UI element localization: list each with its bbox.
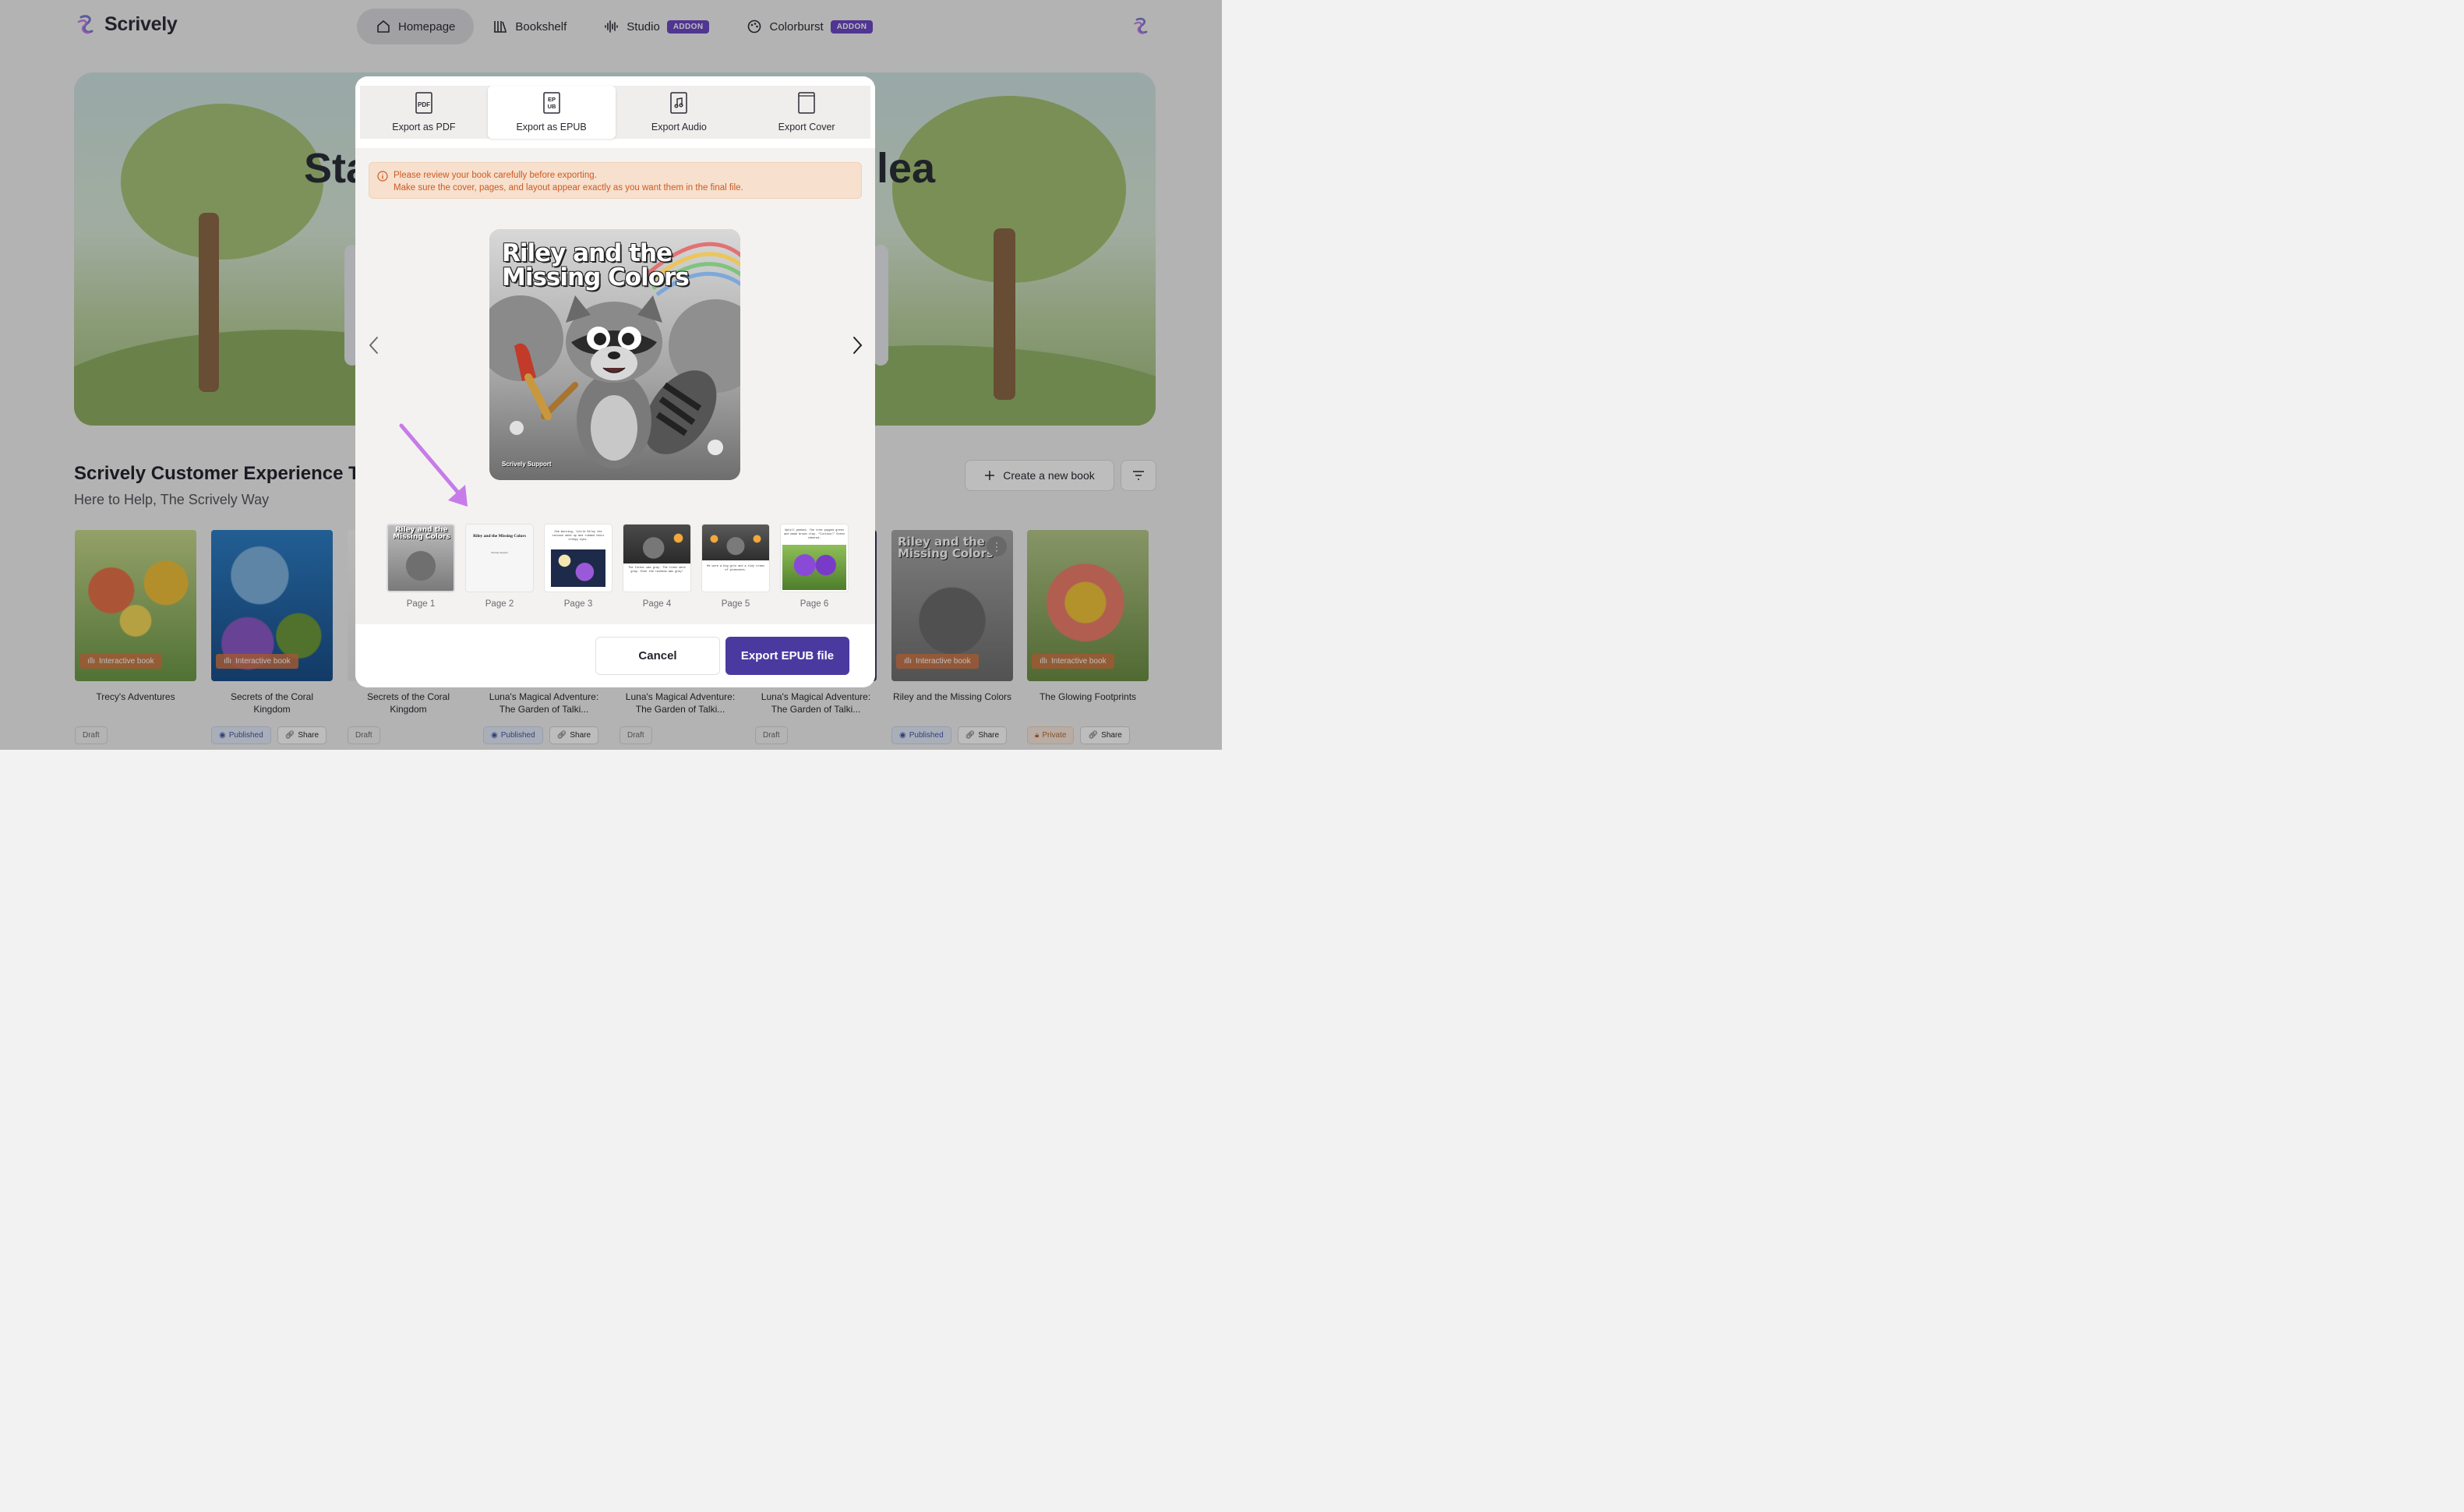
tab-export-cover[interactable]: Export Cover xyxy=(743,86,870,139)
alert-line-1: Please review your book carefully before… xyxy=(394,171,597,180)
tab-label: Export Cover xyxy=(778,122,835,132)
page-thumbnails: Riley and the Missing Colors Page 1 Rile… xyxy=(387,524,849,609)
svg-text:PDF: PDF xyxy=(418,101,430,108)
tab-label: Export as PDF xyxy=(392,122,456,132)
thumb-cover-title: Riley and the Missing Colors xyxy=(393,526,450,541)
page-thumb-image: He wore a big grin and a tiny crown of p… xyxy=(701,524,770,592)
cover-title: Riley and the Missing Colors xyxy=(502,239,690,291)
page-thumb-image: Uphill peeked. The tree popped green and… xyxy=(780,524,849,592)
thumb-page-text: The forest was gray. The trees were gray… xyxy=(628,567,686,574)
chevron-right-icon[interactable] xyxy=(848,334,867,357)
page-thumb-6[interactable]: Uphill peeked. The tree popped green and… xyxy=(780,524,849,609)
page-thumb-image: One morning, little Riley the raccoon wo… xyxy=(544,524,612,592)
chevron-left-icon[interactable] xyxy=(365,334,383,357)
modal-footer: Cancel Export EPUB file xyxy=(355,624,875,687)
thumb-page-text: Uphill peeked. The tree popped green and… xyxy=(784,529,845,540)
alert-line-2: Make sure the cover, pages, and layout a… xyxy=(394,183,743,193)
tab-export-audio[interactable]: Export Audio xyxy=(616,86,743,139)
tab-label: Export as EPUB xyxy=(516,122,587,132)
tab-export-epub[interactable]: EP UB Export as EPUB xyxy=(487,86,616,139)
tab-label: Export Audio xyxy=(651,122,707,132)
annotation-arrow-icon xyxy=(399,423,468,507)
cancel-button[interactable]: Cancel xyxy=(595,637,720,675)
page-thumb-2[interactable]: Riley and the Missing Colors Scrively Su… xyxy=(465,524,534,609)
page-label: Page 4 xyxy=(642,599,672,609)
page-thumb-image: The forest was gray. The trees were gray… xyxy=(623,524,691,592)
thumb-page-author: Scrively Support xyxy=(491,551,508,554)
export-modal: PDF Export as PDF EP UB Export as EPUB Ex… xyxy=(355,76,875,687)
svg-text:EP: EP xyxy=(548,96,556,103)
thumb-page-text: He wore a big grin and a tiny crown of p… xyxy=(707,565,764,572)
thumb-page-text: One morning, little Riley the raccoon wo… xyxy=(552,531,605,542)
page-label: Page 2 xyxy=(485,599,514,609)
page-thumb-image: Riley and the Missing Colors xyxy=(387,524,455,592)
svg-text:UB: UB xyxy=(547,103,556,110)
page-label: Page 5 xyxy=(721,599,750,609)
page-5-illustration xyxy=(702,525,769,560)
page-label: Page 1 xyxy=(406,599,436,609)
page-thumb-image: Riley and the Missing Colors Scrively Su… xyxy=(465,524,534,592)
page-3-illustration xyxy=(551,549,605,587)
page-thumb-5[interactable]: He wore a big grin and a tiny crown of p… xyxy=(701,524,770,609)
cover-file-icon xyxy=(798,92,815,114)
thumb-page-title: Riley and the Missing Colors xyxy=(473,534,526,539)
review-warning-alert: Please review your book carefully before… xyxy=(369,162,862,199)
export-tabs: PDF Export as PDF EP UB Export as EPUB Ex… xyxy=(360,86,870,139)
page-label: Page 6 xyxy=(800,599,829,609)
page-4-illustration xyxy=(623,525,690,563)
page-6-illustration xyxy=(782,545,846,590)
cover-author: Scrively Support xyxy=(502,461,552,468)
tab-export-pdf[interactable]: PDF Export as PDF xyxy=(360,86,488,139)
epub-file-icon: EPUB xyxy=(542,92,560,114)
page-thumb-1[interactable]: Riley and the Missing Colors Page 1 xyxy=(387,524,455,609)
cover-preview: Riley and the Missing Colors Scrively Su… xyxy=(489,229,740,480)
pdf-file-icon: PDF xyxy=(415,92,432,114)
export-epub-button[interactable]: Export EPUB file xyxy=(725,637,849,675)
info-icon xyxy=(377,171,388,182)
page-thumb-3[interactable]: One morning, little Riley the raccoon wo… xyxy=(544,524,612,609)
audio-file-icon xyxy=(670,92,688,114)
page-label: Page 3 xyxy=(563,599,593,609)
page-thumb-4[interactable]: The forest was gray. The trees were gray… xyxy=(623,524,691,609)
